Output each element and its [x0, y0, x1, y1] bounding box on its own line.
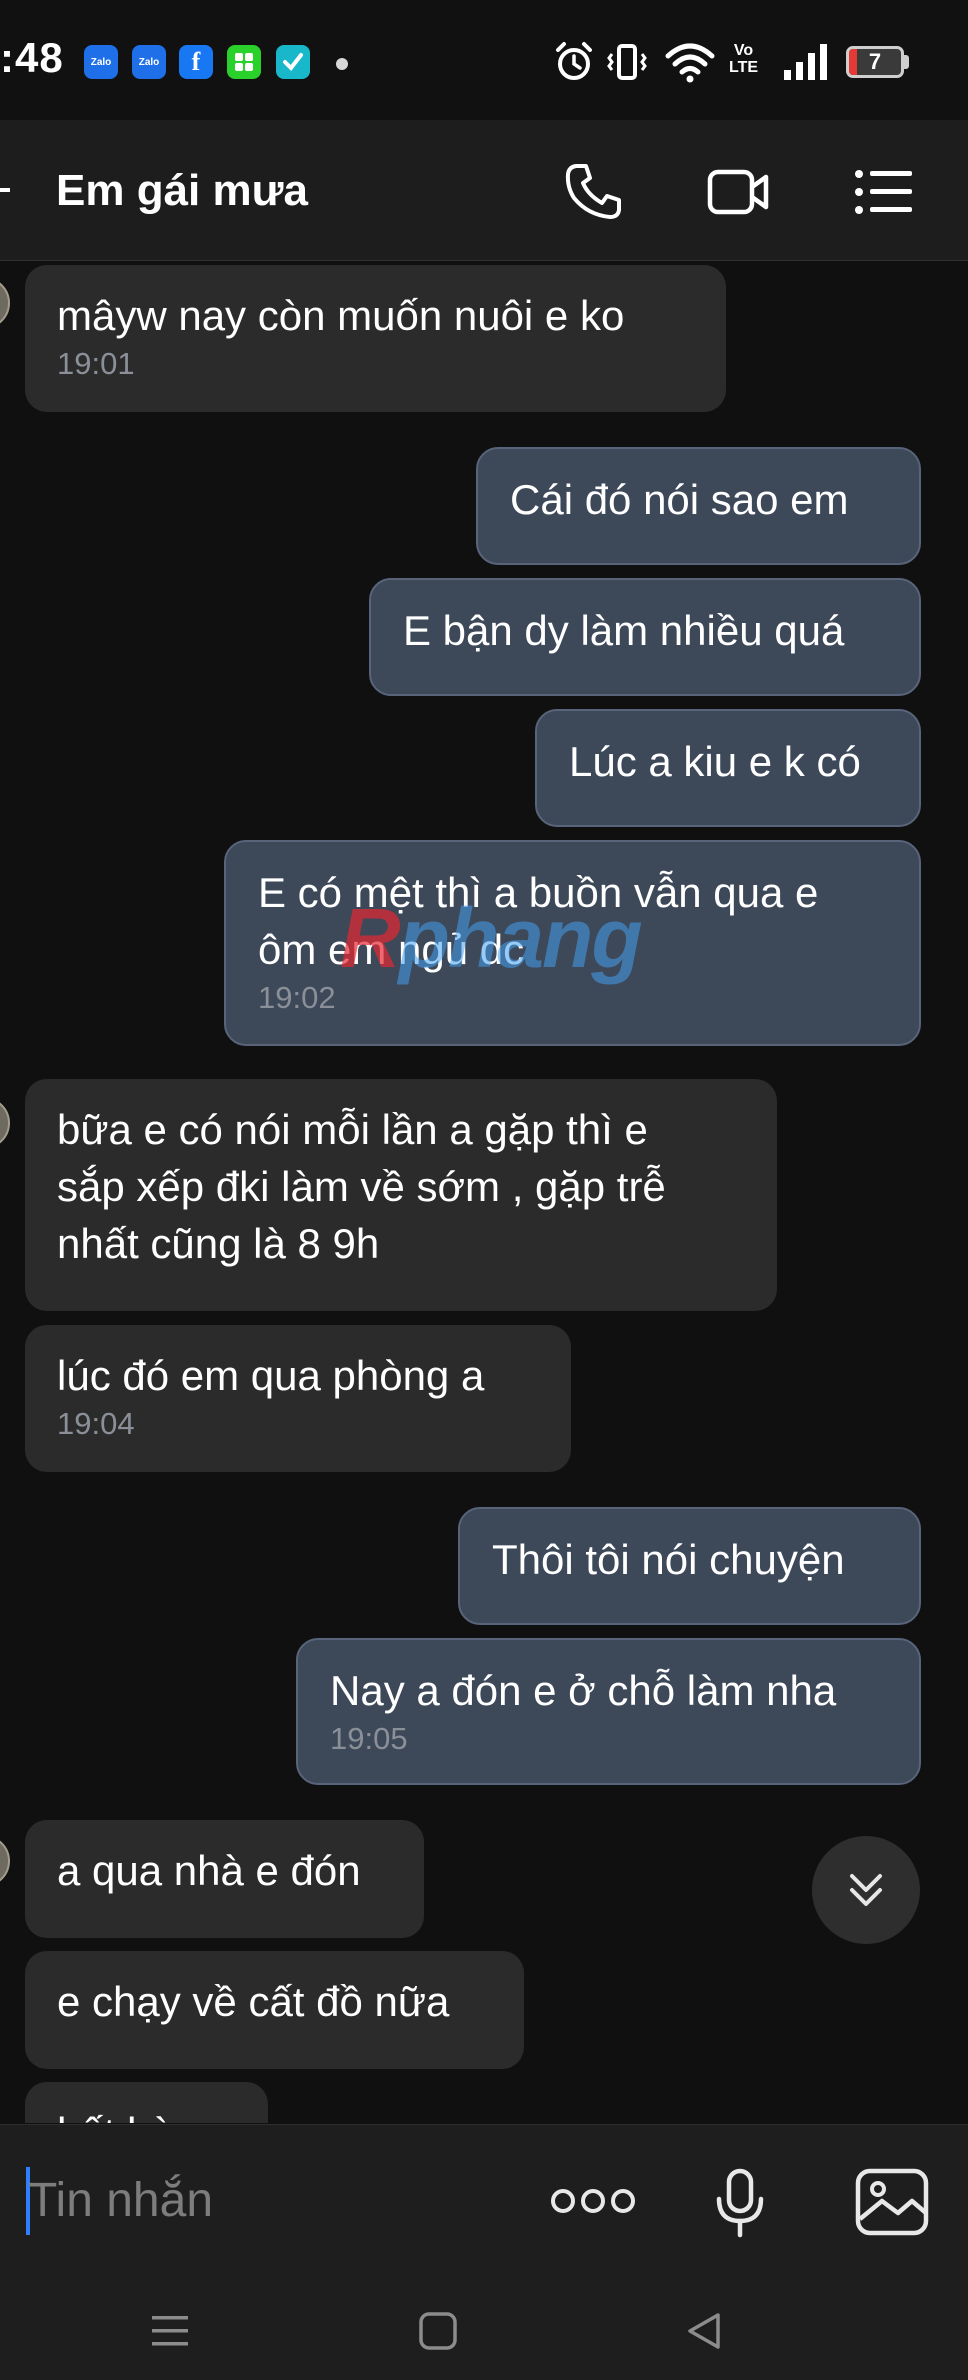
wifi-icon — [665, 43, 715, 83]
message-bubble-incoming[interactable]: e chạy về cất đồ nữa — [25, 1951, 524, 2069]
status-bar: :48 Zalo Zalo f Vo LTE 7 — [0, 0, 968, 120]
scroll-to-bottom-button[interactable] — [812, 1836, 920, 1944]
message-text: E có mệt thì a buồn vẫn qua e — [258, 869, 819, 916]
message-bubble-incoming[interactable]: hết hàng — [25, 2082, 268, 2123]
message-text: Lúc a kiu e k có — [569, 738, 861, 785]
more-options-icon[interactable] — [548, 2181, 638, 2221]
message-bubble-incoming[interactable]: bữa e có nói mỗi lần a gặp thì e sắp xếp… — [25, 1079, 777, 1311]
message-bubble-outgoing[interactable]: Lúc a kiu e k có — [535, 709, 921, 827]
message-timestamp: 19:02 — [258, 980, 336, 1015]
message-bubble-outgoing[interactable]: E bận dy làm nhiều quá — [369, 578, 921, 696]
message-bubble-outgoing[interactable]: Thôi tôi nói chuyện — [458, 1507, 921, 1625]
system-navigation-bar — [0, 2280, 968, 2380]
contact-avatar[interactable] — [0, 277, 10, 329]
message-text: Cái đó nói sao em — [510, 476, 849, 523]
recent-apps-button[interactable] — [140, 2306, 200, 2356]
battery-icon: 7 — [846, 46, 904, 78]
alarm-icon — [556, 42, 592, 80]
message-input[interactable] — [28, 2165, 528, 2235]
message-text: ôm em ngủ dc — [258, 926, 525, 973]
contact-avatar[interactable] — [0, 1097, 10, 1149]
zalo-icon-label: Zalo — [138, 56, 160, 68]
volte-label-top: Vo — [733, 42, 754, 59]
facebook-icon: f — [179, 45, 213, 79]
message-text: a qua nhà e đón — [57, 1847, 361, 1894]
message-text: e chạy về cất đồ nữa — [57, 1978, 450, 2025]
battery-tip — [904, 55, 909, 69]
message-timestamp: 19:04 — [57, 1406, 135, 1441]
back-button[interactable] — [674, 2306, 734, 2356]
message-composer — [0, 2124, 968, 2281]
green-app-icon — [227, 45, 261, 79]
zalo-icon-label: Zalo — [90, 56, 112, 68]
signal-icon — [784, 44, 827, 80]
home-icon — [419, 2312, 457, 2350]
message-text: lúc đó em qua phòng a — [57, 1352, 485, 1399]
message-bubble-incoming[interactable]: lúc đó em qua phòng a 19:04 — [25, 1325, 571, 1472]
video-call-icon[interactable] — [706, 160, 770, 224]
contact-avatar[interactable] — [0, 1835, 10, 1887]
zalo-icon: Zalo — [132, 45, 166, 79]
message-text: E bận dy làm nhiều quá — [403, 607, 845, 654]
message-text: sắp xếp đki làm về sớm , gặp trễ — [57, 1163, 666, 1210]
image-icon[interactable] — [854, 2167, 930, 2237]
battery-level: 7 — [868, 49, 882, 74]
message-text: hết hàng — [57, 2104, 236, 2123]
message-bubble-incoming[interactable]: a qua nhà e đón — [25, 1820, 424, 1938]
message-text: Thôi tôi nói chuyện — [492, 1536, 845, 1583]
status-time: :48 — [0, 34, 64, 81]
home-button[interactable] — [408, 2306, 468, 2356]
message-bubble-incoming[interactable]: mâyw nay còn muốn nuôi e ko 19:01 — [25, 265, 726, 412]
volte-label-bottom: LTE — [729, 59, 759, 76]
phone-icon[interactable] — [562, 160, 626, 224]
message-list[interactable]: mâyw nay còn muốn nuôi e ko 19:01 Cái đó… — [0, 261, 968, 2123]
recent-apps-icon — [152, 2316, 188, 2346]
double-chevron-down-icon — [850, 1874, 882, 1906]
volte-indicator: Vo LTE — [729, 42, 758, 76]
message-bubble-outgoing[interactable]: E có mệt thì a buồn vẫn qua e ôm em ngủ … — [224, 840, 921, 1046]
facebook-icon-label: f — [191, 47, 201, 76]
microphone-icon[interactable] — [712, 2167, 768, 2239]
message-text: bữa e có nói mỗi lần a gặp thì e — [57, 1106, 648, 1153]
message-text: nhất cũng là 8 9h — [57, 1220, 380, 1267]
back-icon — [688, 2313, 720, 2349]
more-notifications-dot — [336, 58, 348, 70]
chat-header: Em gái mưa — [0, 120, 968, 261]
message-bubble-outgoing[interactable]: Nay a đón e ở chỗ làm nha 19:05 — [296, 1638, 921, 1785]
chat-screen: :48 Zalo Zalo f Vo LTE 7 Em gái mưa mâyw… — [0, 0, 968, 2380]
menu-list-icon[interactable] — [852, 160, 916, 224]
back-arrow-icon[interactable] — [0, 188, 10, 192]
vibrate-icon — [607, 44, 647, 80]
message-text: mâyw nay còn muốn nuôi e ko — [57, 292, 625, 339]
message-bubble-outgoing[interactable]: Cái đó nói sao em — [476, 447, 921, 565]
checklist-icon — [276, 45, 310, 79]
zalo-icon: Zalo — [84, 45, 118, 79]
conversation-title[interactable]: Em gái mưa — [56, 166, 308, 216]
message-timestamp: 19:05 — [330, 1721, 408, 1756]
message-timestamp: 19:01 — [57, 346, 135, 381]
message-text: Nay a đón e ở chỗ làm nha — [330, 1667, 837, 1714]
